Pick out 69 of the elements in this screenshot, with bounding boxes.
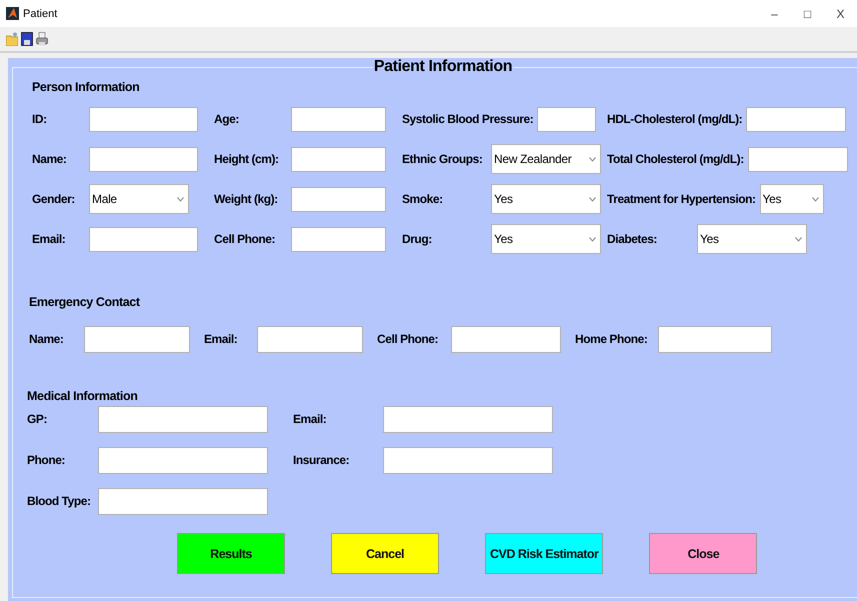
caret-icon (589, 156, 596, 162)
text-field[interactable] (658, 326, 772, 352)
field-label: Home Phone: (575, 332, 648, 346)
field-label: Cell Phone: (377, 332, 440, 346)
field-label: ID: (32, 112, 48, 126)
dropdown[interactable]: Yes (760, 184, 824, 214)
text-field[interactable] (98, 406, 268, 432)
field-label: Email: (293, 412, 328, 426)
printer-icon[interactable] (36, 32, 48, 46)
field-label: Insurance: (293, 453, 350, 467)
dropdown[interactable]: Yes (697, 224, 807, 254)
field-label: Email: (204, 332, 238, 346)
window-title: Patient (23, 8, 58, 20)
field-label: Gender: (32, 192, 76, 206)
text-field[interactable] (291, 226, 386, 252)
caret-icon (177, 196, 184, 202)
field-label: HDL-Cholesterol (mg/dL): (607, 112, 744, 126)
text-field[interactable] (98, 446, 268, 474)
text-field[interactable] (89, 106, 198, 132)
dropdown[interactable]: Yes (491, 184, 601, 214)
caret-icon (589, 236, 596, 242)
text-field[interactable] (451, 326, 561, 352)
text-field[interactable] (89, 226, 198, 252)
dropdown[interactable]: New Zealander (491, 144, 601, 174)
action-button[interactable]: Cancel (331, 533, 439, 574)
field-label: Height (cm): (214, 152, 280, 166)
field-label: Diabetes: (607, 232, 658, 246)
section-heading: Medical Information (27, 389, 138, 403)
dropdown[interactable]: Male (89, 184, 189, 214)
action-button[interactable]: Results (177, 533, 285, 574)
text-field[interactable] (291, 146, 386, 172)
caret-icon (795, 236, 802, 242)
field-label: Smoke: (402, 192, 444, 206)
field-label: Total Cholesterol (mg/dL): (607, 152, 745, 166)
field-label: Drug: (402, 232, 433, 246)
text-field[interactable] (98, 488, 268, 514)
section-heading: Person Information (32, 80, 140, 94)
field-label: Email: (32, 232, 66, 246)
caret-icon (589, 196, 596, 202)
text-field[interactable] (383, 406, 553, 432)
field-label: GP: (27, 412, 48, 426)
app-logo-icon (6, 7, 19, 20)
field-label: Name: (32, 152, 68, 166)
window-control[interactable]: □ (791, 0, 824, 27)
field-label: Blood Type: (27, 494, 92, 508)
field-label: Phone: (27, 453, 66, 467)
field-label: Ethnic Groups: (402, 152, 484, 166)
dropdown[interactable]: Yes (491, 224, 601, 254)
text-field[interactable] (383, 446, 553, 474)
field-label: Cell Phone: (214, 232, 276, 246)
field-label: Age: (214, 112, 240, 126)
field-label: Name: (29, 332, 64, 346)
action-button[interactable]: CVD Risk Estimator (485, 533, 604, 574)
field-label: Systolic Blood Pressure: (402, 112, 534, 126)
caret-icon (812, 196, 819, 202)
text-field[interactable] (89, 146, 198, 172)
window-control[interactable]: – (758, 0, 791, 27)
action-button[interactable]: Close (649, 533, 758, 574)
text-field[interactable] (291, 106, 386, 132)
text-field[interactable] (257, 326, 363, 352)
text-field[interactable] (746, 106, 846, 132)
text-field[interactable] (748, 146, 848, 172)
window-control[interactable]: X (824, 0, 857, 27)
text-field[interactable] (291, 186, 386, 212)
field-label: Treatment for Hypertension: (607, 192, 757, 206)
text-field[interactable] (537, 106, 596, 132)
section-heading: Emergency Contact (29, 295, 141, 309)
field-label: Weight (kg): (214, 192, 279, 206)
text-field[interactable] (84, 326, 190, 352)
